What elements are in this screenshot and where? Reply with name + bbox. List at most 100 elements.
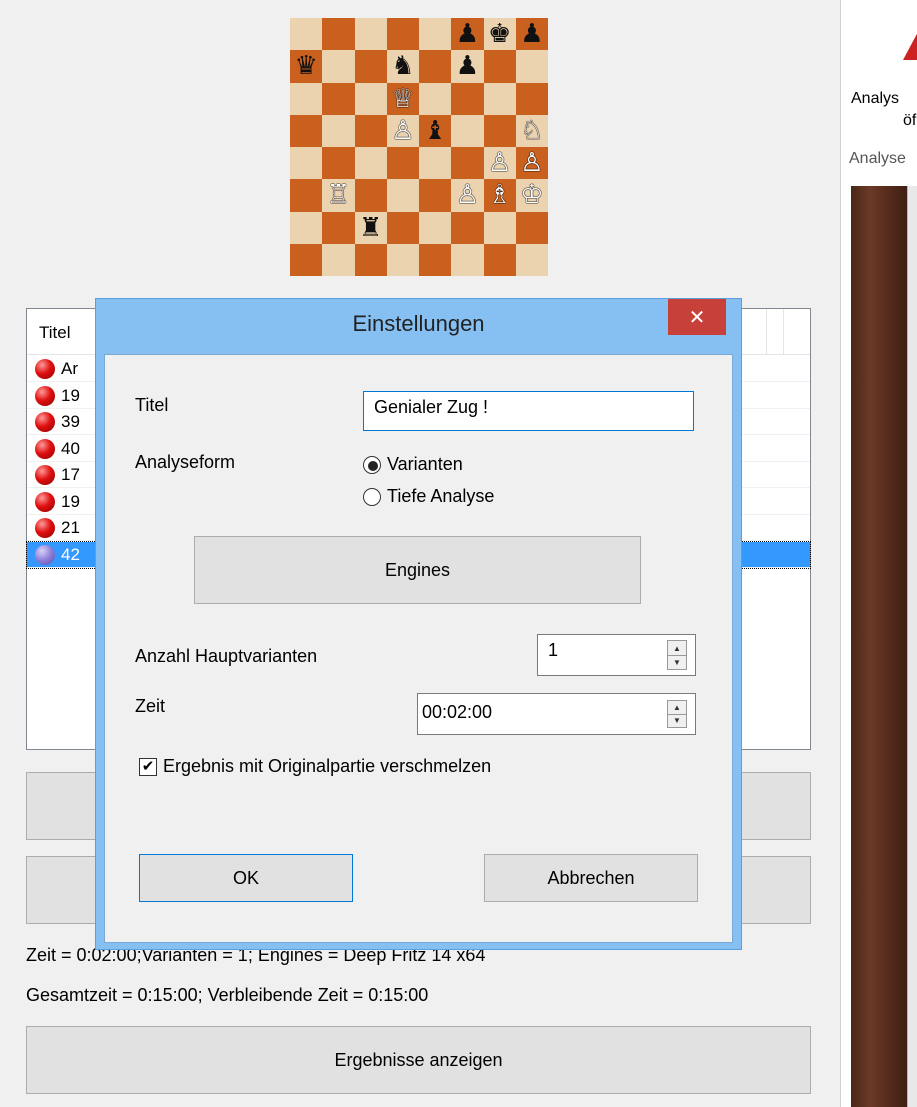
close-button[interactable]: ✕	[668, 299, 726, 335]
zeit-spinner[interactable]: ▲ ▼	[667, 700, 687, 728]
board-square[interactable]	[354, 179, 387, 212]
board-square[interactable]	[322, 243, 355, 276]
ribbon-label-line2[interactable]: öf	[903, 112, 916, 130]
board-square[interactable]	[451, 211, 484, 244]
board-square[interactable]: ♞	[386, 50, 419, 83]
show-results-button[interactable]: Ergebnisse anzeigen	[26, 1026, 811, 1094]
board-square[interactable]	[386, 147, 419, 180]
board-square[interactable]	[483, 82, 516, 115]
black-piece-icon[interactable]: ♟	[456, 53, 479, 79]
board-square[interactable]	[290, 147, 323, 180]
board-square[interactable]	[322, 147, 355, 180]
board-square[interactable]	[322, 211, 355, 244]
black-piece-icon[interactable]: ♜	[359, 215, 382, 241]
ribbon-label[interactable]: Analys	[851, 90, 899, 108]
board-square[interactable]	[419, 50, 452, 83]
board-square[interactable]: ♜	[354, 211, 387, 244]
merge-checkbox-row[interactable]: ✔ Ergebnis mit Originalpartie verschmelz…	[139, 756, 619, 780]
white-piece-icon[interactable]: ♙	[456, 182, 479, 208]
white-piece-icon[interactable]: ♔	[520, 182, 543, 208]
black-piece-icon[interactable]: ♚	[488, 21, 511, 47]
board-square[interactable]	[451, 82, 484, 115]
board-square[interactable]	[322, 50, 355, 83]
ok-button[interactable]: OK	[139, 854, 353, 902]
board-square[interactable]	[322, 82, 355, 115]
board-square[interactable]	[354, 114, 387, 147]
white-piece-icon[interactable]: ♖	[327, 182, 350, 208]
white-piece-icon[interactable]: ♙	[488, 150, 511, 176]
black-piece-icon[interactable]: ♝	[423, 118, 446, 144]
board-square[interactable]: ♖	[322, 179, 355, 212]
board-square[interactable]	[354, 82, 387, 115]
board-square[interactable]	[451, 243, 484, 276]
board-square[interactable]: ♙	[483, 147, 516, 180]
board-square[interactable]: ♙	[451, 179, 484, 212]
white-piece-icon[interactable]: ♘	[520, 118, 543, 144]
board-square[interactable]: ♙	[515, 147, 548, 180]
column-header-titel[interactable]: Titel	[39, 323, 71, 343]
board-square[interactable]	[419, 179, 452, 212]
spin-down-icon[interactable]: ▼	[668, 714, 686, 727]
spin-up-icon[interactable]: ▲	[668, 641, 686, 656]
board-square[interactable]: ♝	[419, 114, 452, 147]
board-square[interactable]	[386, 18, 419, 51]
white-piece-icon[interactable]: ♗	[488, 182, 511, 208]
board-square[interactable]	[419, 211, 452, 244]
board-square[interactable]	[419, 243, 452, 276]
board-square[interactable]	[515, 50, 548, 83]
board-square[interactable]	[515, 82, 548, 115]
board-square[interactable]	[354, 50, 387, 83]
board-square[interactable]	[290, 211, 323, 244]
board-square[interactable]	[386, 211, 419, 244]
board-square[interactable]: ♟	[451, 50, 484, 83]
radio-varianten-circle[interactable]	[363, 456, 381, 474]
white-piece-icon[interactable]: ♕	[391, 86, 414, 112]
board-square[interactable]: ♟	[451, 18, 484, 51]
cancel-button[interactable]: Abbrechen	[484, 854, 698, 902]
board-square[interactable]	[483, 211, 516, 244]
board-square[interactable]	[386, 179, 419, 212]
black-piece-icon[interactable]: ♟	[456, 21, 479, 47]
board-square[interactable]	[483, 50, 516, 83]
board-square[interactable]: ♚	[483, 18, 516, 51]
board-square[interactable]	[290, 243, 323, 276]
board-square[interactable]	[483, 114, 516, 147]
board-square[interactable]: ♔	[515, 179, 548, 212]
hauptvarianten-spinner[interactable]: ▲ ▼	[667, 640, 687, 670]
engines-button[interactable]: Engines	[194, 536, 641, 604]
analysis-ribbon-icon[interactable]	[903, 30, 917, 60]
board-square[interactable]	[451, 147, 484, 180]
board-square[interactable]	[419, 147, 452, 180]
board-square[interactable]: ♗	[483, 179, 516, 212]
board-square[interactable]	[322, 18, 355, 51]
board-square[interactable]: ♟	[515, 18, 548, 51]
board-square[interactable]	[419, 82, 452, 115]
board-square[interactable]	[419, 18, 452, 51]
radio-tiefe-analyse-circle[interactable]	[363, 488, 381, 506]
radio-tiefe-analyse[interactable]: Tiefe Analyse	[363, 486, 583, 510]
board-square[interactable]	[290, 82, 323, 115]
black-piece-icon[interactable]: ♟	[520, 21, 543, 47]
zeit-input[interactable]: 00:02:00	[417, 693, 696, 735]
board-square[interactable]	[322, 114, 355, 147]
board-square[interactable]	[515, 243, 548, 276]
board-square[interactable]	[354, 18, 387, 51]
board-square[interactable]	[290, 18, 323, 51]
black-piece-icon[interactable]: ♛	[294, 53, 317, 79]
black-piece-icon[interactable]: ♞	[391, 53, 414, 79]
board-square[interactable]	[386, 243, 419, 276]
board-square[interactable]: ♙	[386, 114, 419, 147]
board-square[interactable]	[354, 147, 387, 180]
board-square[interactable]: ♘	[515, 114, 548, 147]
board-square[interactable]	[354, 243, 387, 276]
board-square[interactable]: ♕	[386, 82, 419, 115]
white-piece-icon[interactable]: ♙	[520, 150, 543, 176]
board-square[interactable]	[290, 179, 323, 212]
titel-input[interactable]: Genialer Zug !	[363, 391, 694, 431]
board-square[interactable]	[290, 114, 323, 147]
radio-varianten[interactable]: Varianten	[363, 454, 563, 478]
spin-up-icon[interactable]: ▲	[668, 701, 686, 715]
merge-checkbox[interactable]: ✔	[139, 758, 157, 776]
board-square[interactable]	[483, 243, 516, 276]
board-square[interactable]	[515, 211, 548, 244]
